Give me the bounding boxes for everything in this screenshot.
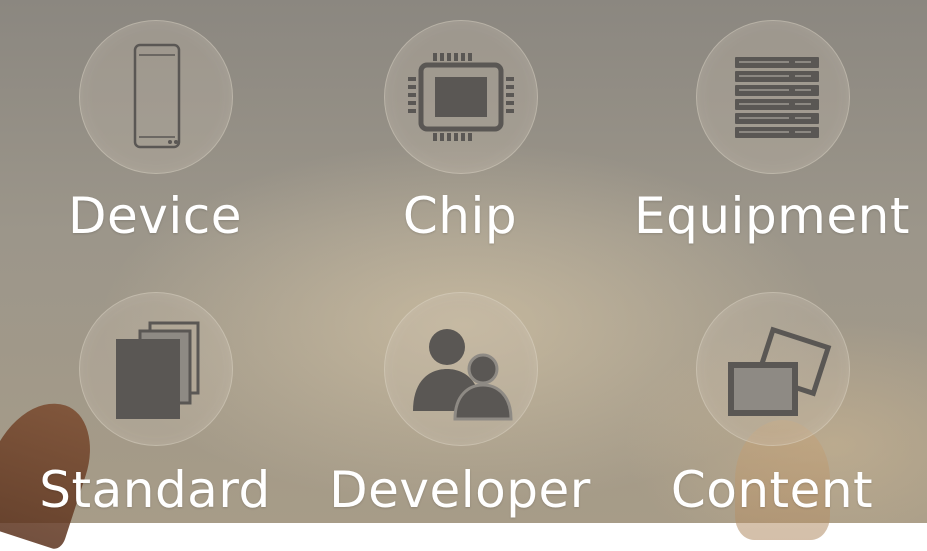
documents-icon: [116, 321, 200, 419]
category-label-content: Content: [670, 461, 874, 519]
server-rack-icon: [735, 57, 819, 138]
chip-icon-circle[interactable]: [384, 20, 538, 174]
smartphone-icon: [133, 43, 181, 149]
photos-icon: [728, 326, 832, 416]
category-tile-chip[interactable]: Chip: [305, 0, 615, 262]
category-tile-content[interactable]: Content: [617, 262, 927, 524]
category-tile-equipment[interactable]: Equipment: [617, 0, 927, 262]
developer-icon-circle[interactable]: [384, 292, 538, 446]
device-icon-circle[interactable]: [79, 20, 233, 174]
content-icon-circle[interactable]: [696, 292, 850, 446]
category-label-device: Device: [68, 187, 242, 245]
category-label-equipment: Equipment: [634, 187, 910, 245]
category-tile-standard[interactable]: Standard: [0, 262, 310, 524]
category-label-chip: Chip: [402, 187, 518, 245]
category-tile-developer[interactable]: Developer: [305, 262, 615, 524]
category-label-developer: Developer: [329, 461, 591, 519]
category-tile-device[interactable]: Device: [0, 0, 310, 262]
users-icon: [413, 329, 513, 421]
standard-icon-circle[interactable]: [79, 292, 233, 446]
chip-icon: [408, 53, 514, 141]
category-label-standard: Standard: [39, 461, 271, 519]
equipment-icon-circle[interactable]: [696, 20, 850, 174]
